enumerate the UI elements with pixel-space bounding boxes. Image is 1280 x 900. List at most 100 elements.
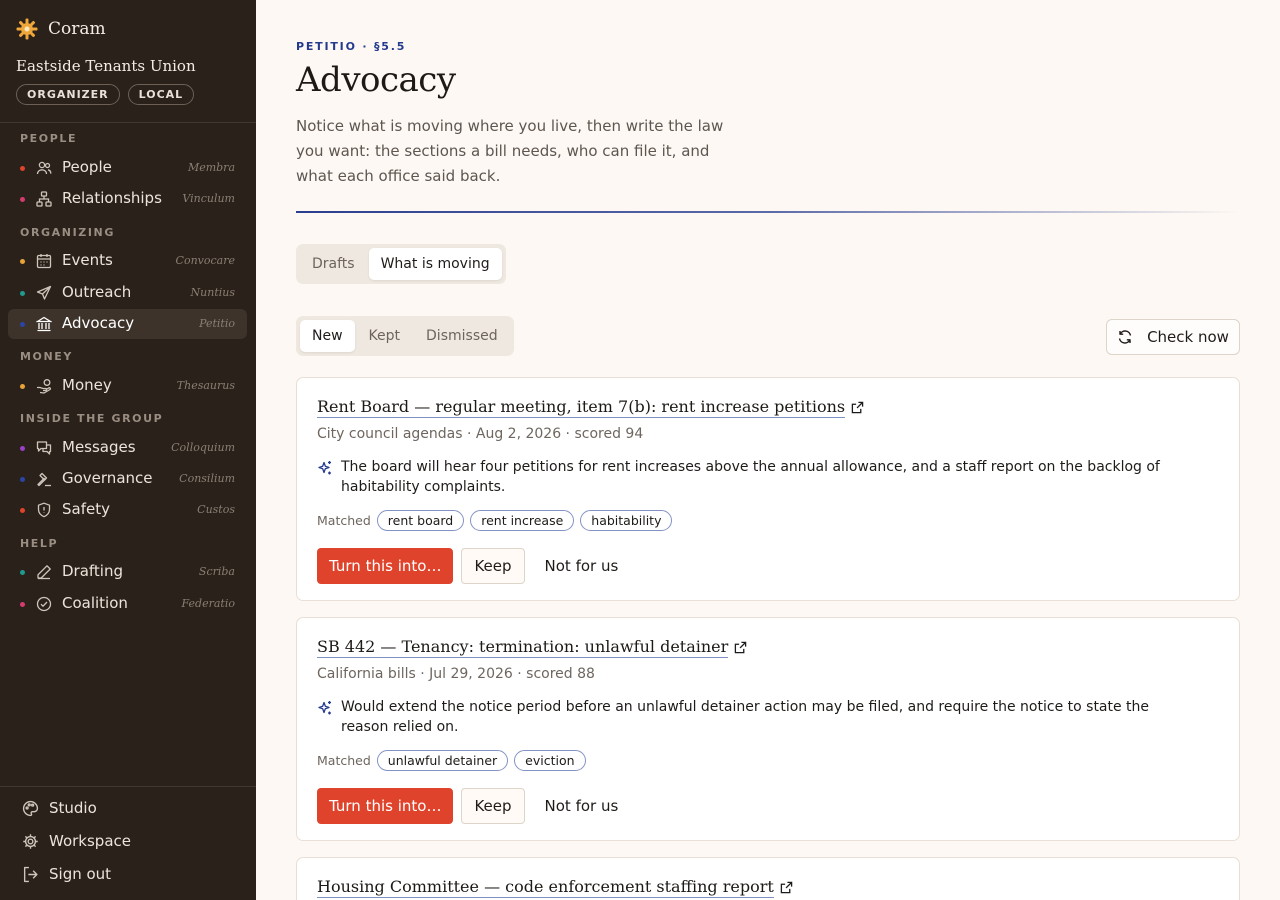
footer-item-studio[interactable]: Studio — [22, 799, 97, 817]
sidebar-item-label: Drafting — [62, 562, 124, 580]
external-link-icon — [780, 881, 793, 894]
people-icon — [36, 161, 52, 175]
brand[interactable]: Coram — [16, 18, 106, 40]
sidebar-item-relationships[interactable]: Relationships Vinculum — [8, 184, 247, 214]
keyword-tag: habitability — [580, 510, 673, 531]
feed-item-title[interactable]: Rent Board — regular meeting, item 7(b):… — [317, 397, 864, 418]
filter-kept[interactable]: Kept — [357, 320, 412, 352]
footer-item-label: Workspace — [49, 832, 131, 850]
sidebar-item-label: Events — [62, 251, 113, 269]
role-badges: ORGANIZER LOCAL — [16, 84, 195, 105]
status-dot — [20, 291, 25, 296]
filter-new[interactable]: New — [300, 320, 355, 352]
sidebar-item-safety[interactable]: Safety Custos — [8, 495, 247, 525]
feed-item: Housing Committee — code enforcement sta… — [296, 857, 1240, 900]
hand-coins-icon — [37, 379, 51, 394]
sparkle-icon — [318, 701, 331, 715]
palette-icon — [22, 800, 39, 816]
sidebar-item-coalition[interactable]: Coalition Federatio — [8, 589, 247, 619]
external-link-icon — [735, 641, 747, 654]
footer-item-label: Studio — [49, 799, 97, 817]
feed-item-summary: The board will hear four petitions for r… — [317, 457, 1197, 497]
feed-item-title[interactable]: Housing Committee — code enforcement sta… — [317, 877, 793, 898]
tab-what-is-moving[interactable]: What is moving — [368, 248, 502, 280]
page-intro: Notice what is moving where you live, th… — [296, 117, 724, 185]
matched-tags: Matched unlawful detainer eviction — [317, 750, 586, 771]
status-dot — [20, 322, 25, 327]
dismiss-button[interactable]: Not for us — [533, 788, 631, 824]
sidebar-item-money[interactable]: Money Thesaurus — [8, 371, 247, 401]
gear-icon — [23, 833, 38, 849]
status-dot — [20, 602, 25, 607]
feed-item-title-text: Housing Committee — code enforcement sta… — [317, 877, 774, 898]
shield-icon — [37, 502, 51, 518]
sidebar-item-drafting[interactable]: Drafting Scriba — [8, 557, 247, 587]
sidebar-item-latin: Nuntius — [190, 286, 235, 299]
feed-item-meta: City council agendas · Aug 2, 2026 · sco… — [317, 426, 644, 442]
footer-item-sign-out[interactable]: Sign out — [22, 865, 111, 883]
sidebar-item-label: Coalition — [62, 594, 128, 612]
sidebar-item-latin: Colloquium — [171, 441, 235, 454]
bank-icon — [36, 316, 52, 332]
sidebar-item-latin: Federatio — [181, 597, 235, 610]
status-dot — [20, 570, 25, 575]
footer-item-workspace[interactable]: Workspace — [22, 832, 131, 850]
check-circle-icon — [36, 596, 52, 612]
sidebar-item-latin: Custos — [197, 503, 235, 516]
app-name: Coram — [48, 19, 106, 39]
sidebar-item-governance[interactable]: Governance Consilium — [8, 464, 247, 494]
status-dot — [20, 477, 25, 482]
check-now-button[interactable]: Check now — [1106, 319, 1240, 355]
section-label-help: HELP — [20, 537, 59, 550]
status-dot — [20, 259, 25, 264]
pen-icon — [37, 565, 51, 580]
feed-item-title-text: Rent Board — regular meeting, item 7(b):… — [317, 397, 846, 418]
feed-item-actions: Turn this into… Keep Not for us — [317, 788, 630, 824]
sidebar-item-latin: Convocare — [175, 254, 235, 267]
status-dot — [20, 384, 25, 389]
section-label-organizing: ORGANIZING — [20, 226, 115, 239]
keep-button[interactable]: Keep — [461, 548, 525, 584]
sidebar-item-messages[interactable]: Messages Colloquium — [8, 433, 247, 463]
section-label-people: PEOPLE — [20, 132, 78, 145]
status-dot — [20, 446, 25, 451]
sidebar-item-advocacy[interactable]: Advocacy Petitio — [8, 309, 247, 339]
title-divider — [296, 211, 1240, 213]
turn-into-button[interactable]: Turn this into… — [317, 548, 454, 584]
keyword-tag: unlawful detainer — [376, 750, 509, 771]
keep-button[interactable]: Keep — [461, 788, 525, 824]
matched-label: Matched — [317, 753, 371, 768]
tab-drafts[interactable]: Drafts — [300, 248, 367, 280]
feed-item-title-text: SB 442 — Tenancy: termination: unlawful … — [317, 637, 729, 658]
role-badge: ORGANIZER — [16, 84, 120, 105]
sidebar-item-latin: Membra — [187, 161, 235, 174]
send-icon — [36, 285, 52, 300]
section-label-inside-the-group: INSIDE THE GROUP — [20, 412, 164, 425]
matched-label: Matched — [317, 513, 371, 528]
sidebar-item-events[interactable]: Events Convocare — [8, 246, 247, 276]
sidebar-item-label: Messages — [62, 438, 136, 456]
sidebar-item-label: Outreach — [62, 283, 132, 301]
sidebar-item-label: Advocacy — [62, 314, 135, 332]
sidebar-item-label: Governance — [62, 469, 153, 487]
feed-item: SB 442 — Tenancy: termination: unlawful … — [296, 617, 1240, 841]
matched-tags: Matched rent board rent increase habitab… — [317, 510, 673, 531]
sign-out-icon — [23, 866, 38, 882]
filter-dismissed[interactable]: Dismissed — [414, 320, 510, 352]
feed-item-title[interactable]: SB 442 — Tenancy: termination: unlawful … — [317, 637, 747, 658]
sidebar-item-latin: Petitio — [199, 317, 235, 330]
refresh-icon — [1118, 330, 1132, 344]
page-title: Advocacy — [296, 60, 456, 100]
scope-badge: LOCAL — [127, 84, 195, 105]
sidebar-item-people[interactable]: People Membra — [8, 153, 247, 183]
dismiss-button[interactable]: Not for us — [533, 548, 631, 584]
sidebar-item-outreach[interactable]: Outreach Nuntius — [8, 278, 247, 308]
feed-item-summary-text: The board will hear four petitions for r… — [341, 459, 1160, 495]
turn-into-button[interactable]: Turn this into… — [317, 788, 454, 824]
feed-item-summary-text: Would extend the notice period before an… — [341, 699, 1150, 735]
sidebar: Coram Eastside Tenants Union ORGANIZER L… — [0, 0, 256, 900]
feed-item: Rent Board — regular meeting, item 7(b):… — [296, 377, 1240, 601]
page-eyebrow: PETITIO · §5.5 — [296, 40, 407, 53]
status-dot — [20, 166, 25, 171]
sidebar-item-latin: Scriba — [198, 565, 235, 578]
